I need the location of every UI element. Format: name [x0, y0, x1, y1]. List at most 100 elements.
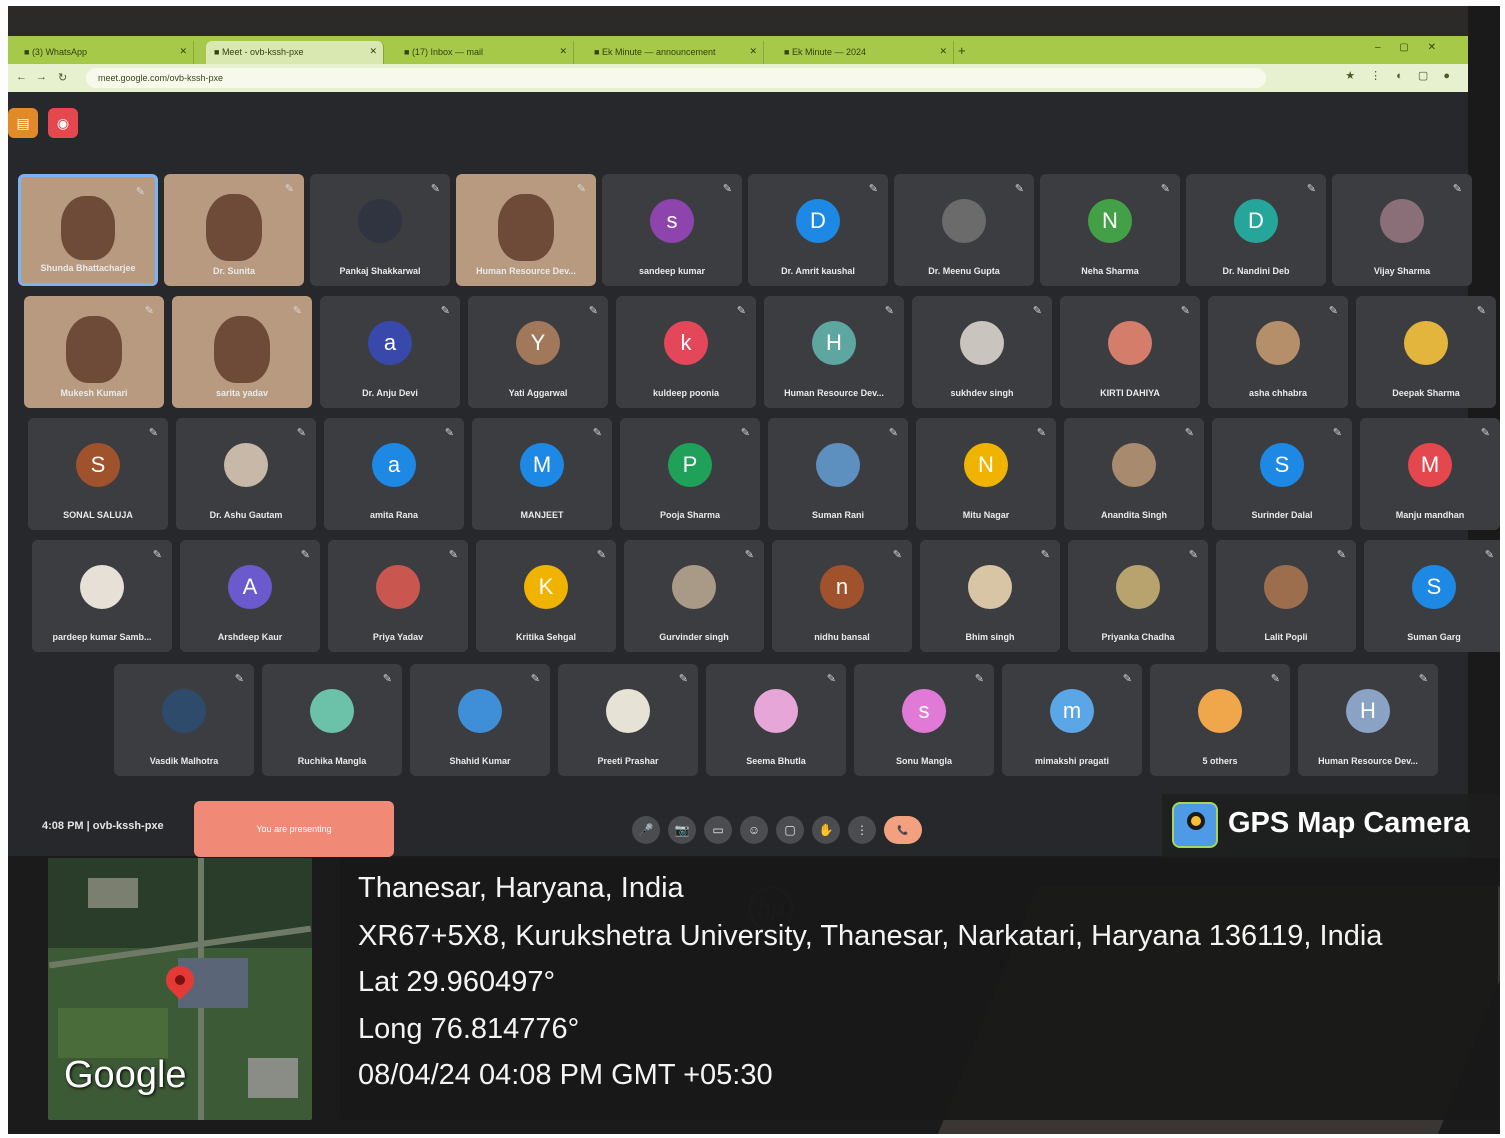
- new-tab-button[interactable]: +: [958, 43, 966, 58]
- participant-tile[interactable]: M Manju mandhan ✎: [1360, 418, 1500, 530]
- browser-tab[interactable]: ■ Meet - ovb-kssh-pxe ✕: [206, 41, 384, 64]
- participant-tile[interactable]: Priya Yadav ✎: [328, 540, 468, 652]
- browser-tab[interactable]: ■ (3) WhatsApp ✕: [16, 41, 194, 64]
- participant-name: Yati Aggarwal: [508, 388, 568, 398]
- participant-tile[interactable]: pardeep kumar Samb... ✎: [32, 540, 172, 652]
- avatar: s: [650, 199, 694, 244]
- avatar: P: [668, 443, 712, 488]
- browser-tab[interactable]: ■ Ek Minute — announcement ✕: [586, 41, 764, 64]
- participant-name: Shunda Bhattacharjee: [40, 263, 136, 273]
- close-tab-icon[interactable]: ✕: [939, 46, 947, 57]
- participant-tile[interactable]: N Neha Sharma ✎: [1040, 174, 1180, 286]
- forward-icon[interactable]: →: [36, 71, 47, 83]
- participant-tile[interactable]: Suman Rani ✎: [768, 418, 908, 530]
- presenting-banner[interactable]: You are presenting: [194, 801, 394, 857]
- participant-tile[interactable]: Dr. Sunita ✎: [164, 174, 304, 286]
- participant-tile[interactable]: K Kritika Sehgal ✎: [476, 540, 616, 652]
- participant-tile[interactable]: P Pooja Sharma ✎: [620, 418, 760, 530]
- close-tab-icon[interactable]: ✕: [749, 46, 757, 57]
- mic-icon[interactable]: 🎤: [632, 816, 660, 844]
- participant-tile[interactable]: Shunda Bhattacharjee ✎: [18, 174, 158, 286]
- avatar: N: [1088, 199, 1132, 244]
- participant-tile[interactable]: 5 others ✎: [1150, 664, 1290, 776]
- participant-tile[interactable]: Dr. Ashu Gautam ✎: [176, 418, 316, 530]
- back-icon[interactable]: ←: [16, 71, 27, 83]
- close-tab-icon[interactable]: ✕: [179, 46, 187, 57]
- participant-tile[interactable]: Vasdik Malhotra ✎: [114, 664, 254, 776]
- browser-tab-strip: ■ (3) WhatsApp ✕ ■ Meet - ovb-kssh-pxe ✕ ■ (…: [8, 36, 1468, 64]
- participant-tile[interactable]: D Dr. Nandini Deb ✎: [1186, 174, 1326, 286]
- participant-tile[interactable]: sarita yadav ✎: [172, 296, 312, 408]
- participant-tile[interactable]: s sandeep kumar ✎: [602, 174, 742, 286]
- participant-tile[interactable]: sukhdev singh ✎: [912, 296, 1052, 408]
- participant-tile[interactable]: A Arshdeep Kaur ✎: [180, 540, 320, 652]
- mic-off-icon: ✎: [1040, 549, 1050, 561]
- tab-label: Ek Minute — announcement: [601, 47, 716, 57]
- close-tab-icon[interactable]: ✕: [369, 46, 377, 57]
- participant-tile[interactable]: Preeti Prashar ✎: [558, 664, 698, 776]
- participant-tile[interactable]: N Mitu Nagar ✎: [916, 418, 1056, 530]
- emoji-icon[interactable]: ☺: [740, 816, 768, 844]
- participant-tile[interactable]: D Dr. Amrit kaushal ✎: [748, 174, 888, 286]
- avatar: D: [1234, 199, 1278, 244]
- participant-name: Suman Garg: [1407, 632, 1461, 642]
- folder-icon[interactable]: ▤: [8, 108, 38, 138]
- participant-tile[interactable]: Gurvinder singh ✎: [624, 540, 764, 652]
- participant-tile[interactable]: m mimakshi pragati ✎: [1002, 664, 1142, 776]
- avatar: N: [964, 443, 1008, 488]
- participant-tile[interactable]: a amita Rana ✎: [324, 418, 464, 530]
- participant-tile[interactable]: Ruchika Mangla ✎: [262, 664, 402, 776]
- avatar: H: [812, 321, 856, 366]
- participant-tile[interactable]: Shahid Kumar ✎: [410, 664, 550, 776]
- participant-tile[interactable]: k kuldeep poonia ✎: [616, 296, 756, 408]
- reload-icon[interactable]: ↻: [58, 71, 67, 84]
- participant-tile[interactable]: a Dr. Anju Devi ✎: [320, 296, 460, 408]
- participant-tile[interactable]: Bhim singh ✎: [920, 540, 1060, 652]
- participant-tile[interactable]: asha chhabra ✎: [1208, 296, 1348, 408]
- participant-tile[interactable]: n nidhu bansal ✎: [772, 540, 912, 652]
- browser-tab[interactable]: ■ Ek Minute — 2024 ✕: [776, 41, 954, 64]
- participant-tile[interactable]: S Suman Garg ✎: [1364, 540, 1500, 652]
- participant-tile[interactable]: Lalit Popli ✎: [1216, 540, 1356, 652]
- avatar: M: [520, 443, 564, 488]
- doc-icon: ■: [594, 47, 602, 57]
- participant-tile[interactable]: Seema Bhutla ✎: [706, 664, 846, 776]
- participant-tile[interactable]: Pankaj Shakkarwal ✎: [310, 174, 450, 286]
- present-icon[interactable]: ▢: [776, 816, 804, 844]
- avatar: M: [1408, 443, 1452, 488]
- participant-tile[interactable]: M MANJEET ✎: [472, 418, 612, 530]
- close-tab-icon[interactable]: ✕: [559, 46, 567, 57]
- hang-up-icon[interactable]: 📞: [884, 816, 922, 844]
- avatar: [968, 565, 1012, 610]
- record-icon[interactable]: ◉: [48, 108, 78, 138]
- raise-hand-icon[interactable]: ✋: [812, 816, 840, 844]
- participant-tile[interactable]: KIRTI DAHIYA ✎: [1060, 296, 1200, 408]
- participant-tile[interactable]: Human Resource Dev... ✎: [456, 174, 596, 286]
- participant-tile[interactable]: H Human Resource Dev... ✎: [764, 296, 904, 408]
- mic-off-icon: ✎: [382, 673, 392, 685]
- avatar: [162, 689, 206, 734]
- participant-tile[interactable]: S Surinder Dalal ✎: [1212, 418, 1352, 530]
- participant-tile[interactable]: Priyanka Chadha ✎: [1068, 540, 1208, 652]
- mic-off-icon: ✎: [1484, 549, 1494, 561]
- participant-name: sandeep kumar: [638, 266, 706, 276]
- extension-icons[interactable]: ★ ⋮ ◐ ▢ ●: [1345, 69, 1456, 82]
- participant-tile[interactable]: Anandita Singh ✎: [1064, 418, 1204, 530]
- window-controls[interactable]: – ▢ ✕: [1375, 42, 1444, 53]
- participant-tile[interactable]: H Human Resource Dev... ✎: [1298, 664, 1438, 776]
- participant-tile[interactable]: Dr. Meenu Gupta ✎: [894, 174, 1034, 286]
- participant-tile[interactable]: Vijay Sharma ✎: [1332, 174, 1472, 286]
- participant-tile[interactable]: S SONAL SALUJA ✎: [28, 418, 168, 530]
- browser-tab[interactable]: ■ (17) Inbox — mail ✕: [396, 41, 574, 64]
- participant-tile[interactable]: s Sonu Mangla ✎: [854, 664, 994, 776]
- url-bar[interactable]: meet.google.com/ovb-kssh-pxe: [86, 68, 1266, 88]
- participant-tile[interactable]: Mukesh Kumari ✎: [24, 296, 164, 408]
- camera-icon[interactable]: 📷: [668, 816, 696, 844]
- participant-tile[interactable]: Deepak Sharma ✎: [1356, 296, 1496, 408]
- mic-off-icon: ✎: [148, 427, 158, 439]
- participant-tile[interactable]: Y Yati Aggarwal ✎: [468, 296, 608, 408]
- captions-icon[interactable]: ▭: [704, 816, 732, 844]
- participant-name: Shahid Kumar: [449, 756, 511, 766]
- more-options-icon[interactable]: ⋮: [848, 816, 876, 844]
- avatar: H: [1346, 689, 1390, 734]
